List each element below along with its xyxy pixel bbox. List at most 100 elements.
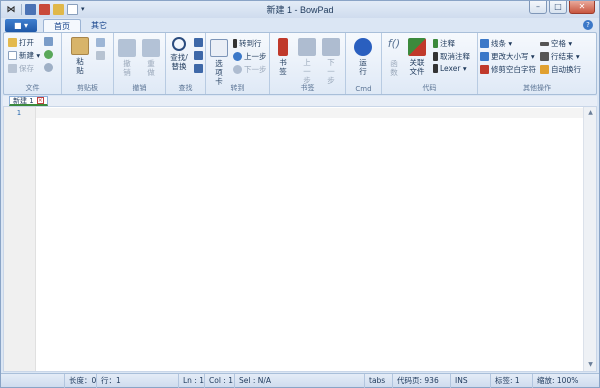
undo-button[interactable]: 撤销 (117, 39, 137, 77)
tabs-icon (210, 39, 228, 57)
status-col: Col : 1 (205, 374, 235, 388)
open-button[interactable]: 打开 (8, 37, 34, 48)
status-zoom[interactable]: 缩放: 100% (533, 374, 597, 388)
minimize-button[interactable]: – (529, 1, 547, 14)
tabs-button[interactable]: 选项卡 (209, 39, 229, 86)
group-clipboard-label: 剪贴板 (77, 84, 98, 92)
spaces-icon (540, 41, 549, 46)
help-icon[interactable]: ? (583, 20, 593, 30)
app-window: ⋈ ▾ 新建 1 - BowPad – □ ✕ ■ ▾ 首页 其它 ? 打开 新… (0, 0, 600, 388)
find-replace-button[interactable]: 查找/替换 (168, 37, 190, 71)
close-tab-icon[interactable]: × (36, 97, 44, 104)
scroll-down-icon[interactable]: ▼ (584, 359, 597, 371)
divider (21, 4, 22, 15)
trim-whitespace-button[interactable]: 修剪空白字符 (480, 64, 536, 75)
lexer-button[interactable]: Lexer ▾ (433, 64, 467, 73)
bookmark-button[interactable]: 书签 (273, 38, 293, 76)
tabs-label: 选项卡 (215, 59, 223, 86)
tab-home[interactable]: 首页 (43, 19, 81, 33)
cut-icon[interactable] (96, 51, 105, 60)
lines-button[interactable]: 线条 ▾ (480, 38, 512, 49)
bookmark-next-icon (322, 38, 340, 56)
function-button[interactable]: f() 函数 (384, 38, 404, 77)
undo-icon (118, 39, 136, 57)
scroll-up-icon[interactable]: ▲ (584, 107, 597, 119)
save-button[interactable]: 保存 (8, 63, 34, 74)
find-prev-icon[interactable] (194, 51, 203, 60)
uncomment-button[interactable]: 取消注释 (433, 51, 470, 62)
save-icon[interactable] (25, 4, 36, 15)
status-tabs[interactable]: tabs (365, 374, 393, 388)
group-other-label: 其他操作 (523, 84, 551, 92)
vertical-scrollbar[interactable]: ▲ ▼ (583, 107, 596, 371)
new-button[interactable]: 新建 ▾ (8, 50, 40, 61)
group-undo-label: 撤销 (132, 84, 147, 92)
window-title: 新建 1 - BowPad (266, 5, 334, 15)
current-line-highlight (36, 108, 583, 118)
status-encoding[interactable]: 代码页: 936 (393, 374, 451, 388)
status-length: 长度：0 (65, 374, 97, 388)
associated-files-button[interactable]: 关联文件 (406, 38, 428, 76)
forward-arrow-icon (233, 65, 242, 74)
play-icon (354, 38, 372, 56)
status-lines: 行：1 (97, 374, 179, 388)
bookmark-next-button[interactable]: 下一步 (321, 38, 341, 85)
paste-label: 粘贴 (76, 57, 84, 75)
tab-other[interactable]: 其它 (81, 19, 117, 33)
document-tab[interactable]: 新建 1 × (9, 96, 48, 106)
magnifier-icon (172, 37, 186, 51)
line-ending-button[interactable]: 行结束 ▾ (540, 51, 580, 62)
lines-icon (480, 39, 489, 48)
group-undo: 撤销 重做 撤销 (114, 33, 166, 94)
close-button[interactable]: ✕ (569, 1, 595, 14)
reload-icon[interactable] (44, 37, 53, 46)
group-file-label: 文件 (25, 84, 40, 92)
new-file-icon (8, 51, 17, 60)
app-icon[interactable]: ⋈ (4, 4, 18, 16)
lexer-label: Lexer (440, 64, 461, 73)
paste-button[interactable]: 粘贴 (68, 37, 92, 75)
group-bookmarks: 书签 上一步 下一步 书签 (270, 33, 346, 94)
goto-next-label: 下一步 (244, 65, 267, 74)
file-menu-button[interactable]: ■ ▾ (5, 19, 37, 32)
goto-prev-button[interactable]: 上一步 (233, 51, 267, 62)
clipboard-icon (71, 37, 89, 55)
auto-wrap-button[interactable]: 自动换行 (540, 64, 581, 75)
group-clipboard: 粘贴 剪贴板 (62, 33, 114, 94)
spaces-button[interactable]: 空格 ▾ (540, 38, 572, 49)
history-icon[interactable] (44, 63, 53, 72)
lightning-icon (233, 39, 237, 48)
run-button[interactable]: 运行 (352, 38, 374, 76)
bookmark-prev-button[interactable]: 上一步 (297, 38, 317, 85)
goto-line-button[interactable]: 转到行 (233, 38, 262, 49)
folder-icon (8, 38, 17, 47)
change-case-button[interactable]: 更改大小写 ▾ (480, 51, 535, 62)
refresh-icon[interactable] (44, 50, 53, 59)
group-cmd-label: Cmd (355, 85, 372, 93)
auto-wrap-label: 自动换行 (551, 65, 581, 74)
run-label: 运行 (359, 58, 367, 76)
new-icon[interactable] (67, 4, 78, 15)
close-doc-icon[interactable] (39, 4, 50, 15)
comment-icon (433, 39, 438, 48)
line-ending-label: 行结束 (551, 52, 574, 61)
find-files-icon[interactable] (194, 64, 203, 73)
comment-button[interactable]: 注释 (433, 38, 455, 49)
copy-icon[interactable] (96, 38, 105, 47)
redo-icon (142, 39, 160, 57)
editor-area[interactable]: 1 ▲ ▼ (3, 106, 597, 372)
status-ln: Ln : 1 (179, 374, 205, 388)
status-ins[interactable]: INS (451, 374, 491, 388)
group-find-label: 查找 (178, 84, 193, 92)
open-label: 打开 (19, 38, 34, 47)
bookmark-prev-icon (298, 38, 316, 56)
status-bar: 长度：0 行：1 Ln : 1 Col : 1 Sel : N/A tabs 代… (1, 373, 599, 388)
bookmark-next-label: 下一步 (327, 58, 335, 85)
open-icon[interactable] (53, 4, 64, 15)
goto-next-button[interactable]: 下一步 (233, 64, 267, 75)
status-tab-count: 标签: 1 (491, 374, 533, 388)
quick-access-dropdown-icon[interactable]: ▾ (81, 4, 88, 15)
redo-button[interactable]: 重做 (141, 39, 161, 77)
maximize-button[interactable]: □ (549, 1, 567, 14)
find-next-icon[interactable] (194, 38, 203, 47)
